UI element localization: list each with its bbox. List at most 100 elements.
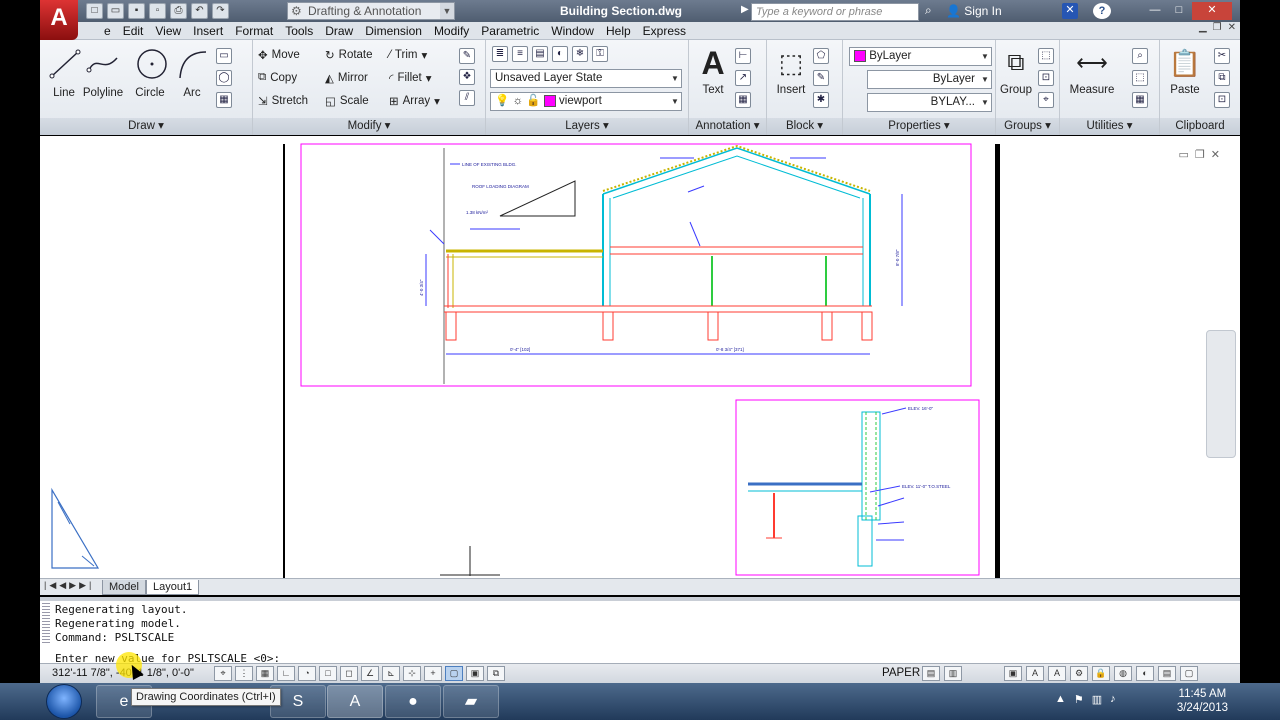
workspace-switch-icon[interactable]: ⚙: [1070, 666, 1088, 681]
properties-panel-label[interactable]: Properties ▾: [843, 118, 995, 135]
array-tool[interactable]: ⊞ Array ▾: [389, 94, 440, 108]
cut-icon[interactable]: ✂: [1214, 48, 1230, 64]
camtasia-icon[interactable]: ●: [385, 685, 441, 718]
trim-tool[interactable]: ⁄ Trim ▾: [389, 48, 427, 62]
select-all-icon[interactable]: ⬚: [1132, 70, 1148, 86]
menu-express[interactable]: Express: [637, 23, 692, 39]
lock-ui-icon[interactable]: 🔒: [1092, 666, 1110, 681]
menu-file[interactable]: e: [98, 23, 117, 39]
menu-view[interactable]: View: [149, 23, 187, 39]
menu-parametric[interactable]: Parametric: [475, 23, 545, 39]
tab-navigation-arrows[interactable]: |◀◀▶▶|: [44, 580, 94, 591]
save-icon[interactable]: ▪: [128, 3, 145, 19]
ungroup-icon[interactable]: ⬚: [1038, 48, 1054, 64]
circle-tool[interactable]: Circle: [126, 46, 174, 99]
groups-panel-label[interactable]: Groups ▾: [996, 118, 1059, 135]
drawing-canvas[interactable]: ▭ ❐ ✕ LINE OF EXISTING BLDG. ROOF LOADIN…: [40, 136, 1240, 578]
chevron-right-icon[interactable]: ▶: [741, 4, 749, 15]
layer-select[interactable]: 💡 ☼ 🔓 viewport ▼: [490, 92, 682, 111]
network-icon[interactable]: ▥: [1092, 693, 1102, 706]
quick-view-layouts-icon[interactable]: ▤: [922, 666, 940, 681]
annotation-visibility-icon[interactable]: A: [1048, 666, 1066, 681]
group-edit-icon[interactable]: ⊡: [1038, 70, 1054, 86]
copy-clip-icon[interactable]: ⧉: [1214, 70, 1230, 86]
lineweight-select[interactable]: BYLAY... ▼: [867, 93, 992, 112]
status-bar-menu-icon[interactable]: ▤: [1158, 666, 1176, 681]
ellipse-icon[interactable]: ◯: [216, 70, 232, 86]
copy-tool[interactable]: ⧉ Copy: [258, 71, 297, 84]
redo-icon[interactable]: ↷: [212, 3, 229, 19]
erase-icon[interactable]: ✎: [459, 48, 475, 64]
otrack-icon[interactable]: ∠: [361, 666, 379, 681]
command-line-grip[interactable]: [42, 603, 50, 643]
hardware-acceleration-icon[interactable]: ◍: [1114, 666, 1132, 681]
quick-view-drawings-icon[interactable]: ▥: [944, 666, 962, 681]
explode-icon[interactable]: ❖: [459, 69, 475, 85]
menu-window[interactable]: Window: [545, 23, 600, 39]
dimension-icon[interactable]: ⊢: [735, 48, 751, 64]
arc-tool[interactable]: Arc: [168, 46, 216, 99]
layer-off-icon[interactable]: ◐: [552, 46, 568, 62]
help-icon[interactable]: ?: [1093, 3, 1111, 19]
tab-layout1[interactable]: Layout1: [146, 580, 200, 595]
open-icon[interactable]: ▭: [107, 3, 124, 19]
snap-icon[interactable]: ⋮: [235, 666, 253, 681]
block-panel-label[interactable]: Block ▾: [767, 118, 842, 135]
clean-screen-icon[interactable]: ▢: [1180, 666, 1198, 681]
show-hidden-icons[interactable]: ▲: [1055, 693, 1066, 706]
tab-model[interactable]: Model: [102, 580, 146, 595]
maximize-button[interactable]: □: [1168, 2, 1190, 20]
ortho-icon[interactable]: ∟: [277, 666, 295, 681]
rotate-tool[interactable]: ↻ Rotate: [325, 48, 373, 62]
utilities-panel-label[interactable]: Utilities ▾: [1060, 118, 1159, 135]
workspace-selector[interactable]: ⚙ Drafting & Annotation ▼: [287, 2, 455, 20]
layer-state-select[interactable]: Unsaved Layer State ▼: [490, 69, 682, 88]
measure-tool[interactable]: ⟷ Measure: [1066, 46, 1118, 96]
application-menu-button[interactable]: A: [40, 0, 78, 40]
linetype-select[interactable]: ByLayer ▼: [867, 70, 992, 89]
stretch-tool[interactable]: ⇲ Stretch: [258, 94, 308, 108]
hatch-icon[interactable]: ▦: [216, 92, 232, 108]
selection-cycling-icon[interactable]: ⧉: [487, 666, 505, 681]
attribute-icon[interactable]: ✱: [813, 92, 829, 108]
create-block-icon[interactable]: ⬠: [813, 48, 829, 64]
annotation-scale-icon[interactable]: A: [1026, 666, 1044, 681]
edit-block-icon[interactable]: ✎: [813, 70, 829, 86]
annotation-panel-label[interactable]: Annotation ▾: [689, 118, 766, 135]
layers-panel-label[interactable]: Layers ▾: [486, 118, 688, 135]
lineweight-icon[interactable]: +: [424, 666, 442, 681]
infer-constraints-icon[interactable]: ⌖: [214, 666, 232, 681]
quick-select-icon[interactable]: ⌕: [1132, 48, 1148, 64]
dynamic-input-icon[interactable]: ⊹: [403, 666, 421, 681]
rectangle-icon[interactable]: ▭: [216, 48, 232, 64]
table-icon[interactable]: ▦: [735, 92, 751, 108]
layer-freeze-icon[interactable]: ❄: [572, 46, 588, 62]
flag-icon[interactable]: ⚑: [1074, 693, 1084, 706]
move-tool[interactable]: ✥ Move: [258, 48, 300, 62]
maximize-viewport-icon[interactable]: ▣: [1004, 666, 1022, 681]
color-select[interactable]: ByLayer ▼: [849, 47, 992, 66]
quick-properties-icon[interactable]: ▣: [466, 666, 484, 681]
copy-base-icon[interactable]: ⊡: [1214, 92, 1230, 108]
text-tool[interactable]: A Text: [689, 46, 737, 96]
paper-space-toggle[interactable]: PAPER: [882, 667, 920, 679]
sign-in-link[interactable]: 👤 Sign In: [946, 4, 1002, 18]
menu-format[interactable]: Format: [229, 23, 279, 39]
notes-icon[interactable]: ▰: [443, 685, 499, 718]
draw-panel-label[interactable]: Draw ▾: [40, 118, 252, 135]
polyline-tool[interactable]: Polyline: [78, 46, 128, 99]
group-tool[interactable]: ⧉ Group: [996, 46, 1036, 96]
3d-osnap-icon[interactable]: ◻: [340, 666, 358, 681]
start-button[interactable]: [46, 684, 82, 719]
print-icon[interactable]: ⎙: [170, 3, 187, 19]
taskbar-clock[interactable]: 11:45 AM 3/24/2013: [1177, 687, 1228, 715]
close-button[interactable]: ✕: [1192, 2, 1232, 20]
offset-icon[interactable]: ⫽: [459, 90, 475, 106]
new-icon[interactable]: □: [86, 3, 103, 19]
undo-icon[interactable]: ↶: [191, 3, 208, 19]
polar-icon[interactable]: ◔: [298, 666, 316, 681]
layer-lock-icon[interactable]: ⚿: [592, 46, 608, 62]
menu-help[interactable]: Help: [600, 23, 637, 39]
modify-panel-label[interactable]: Modify ▾: [253, 118, 485, 135]
layer-isolate-icon[interactable]: ▤: [532, 46, 548, 62]
